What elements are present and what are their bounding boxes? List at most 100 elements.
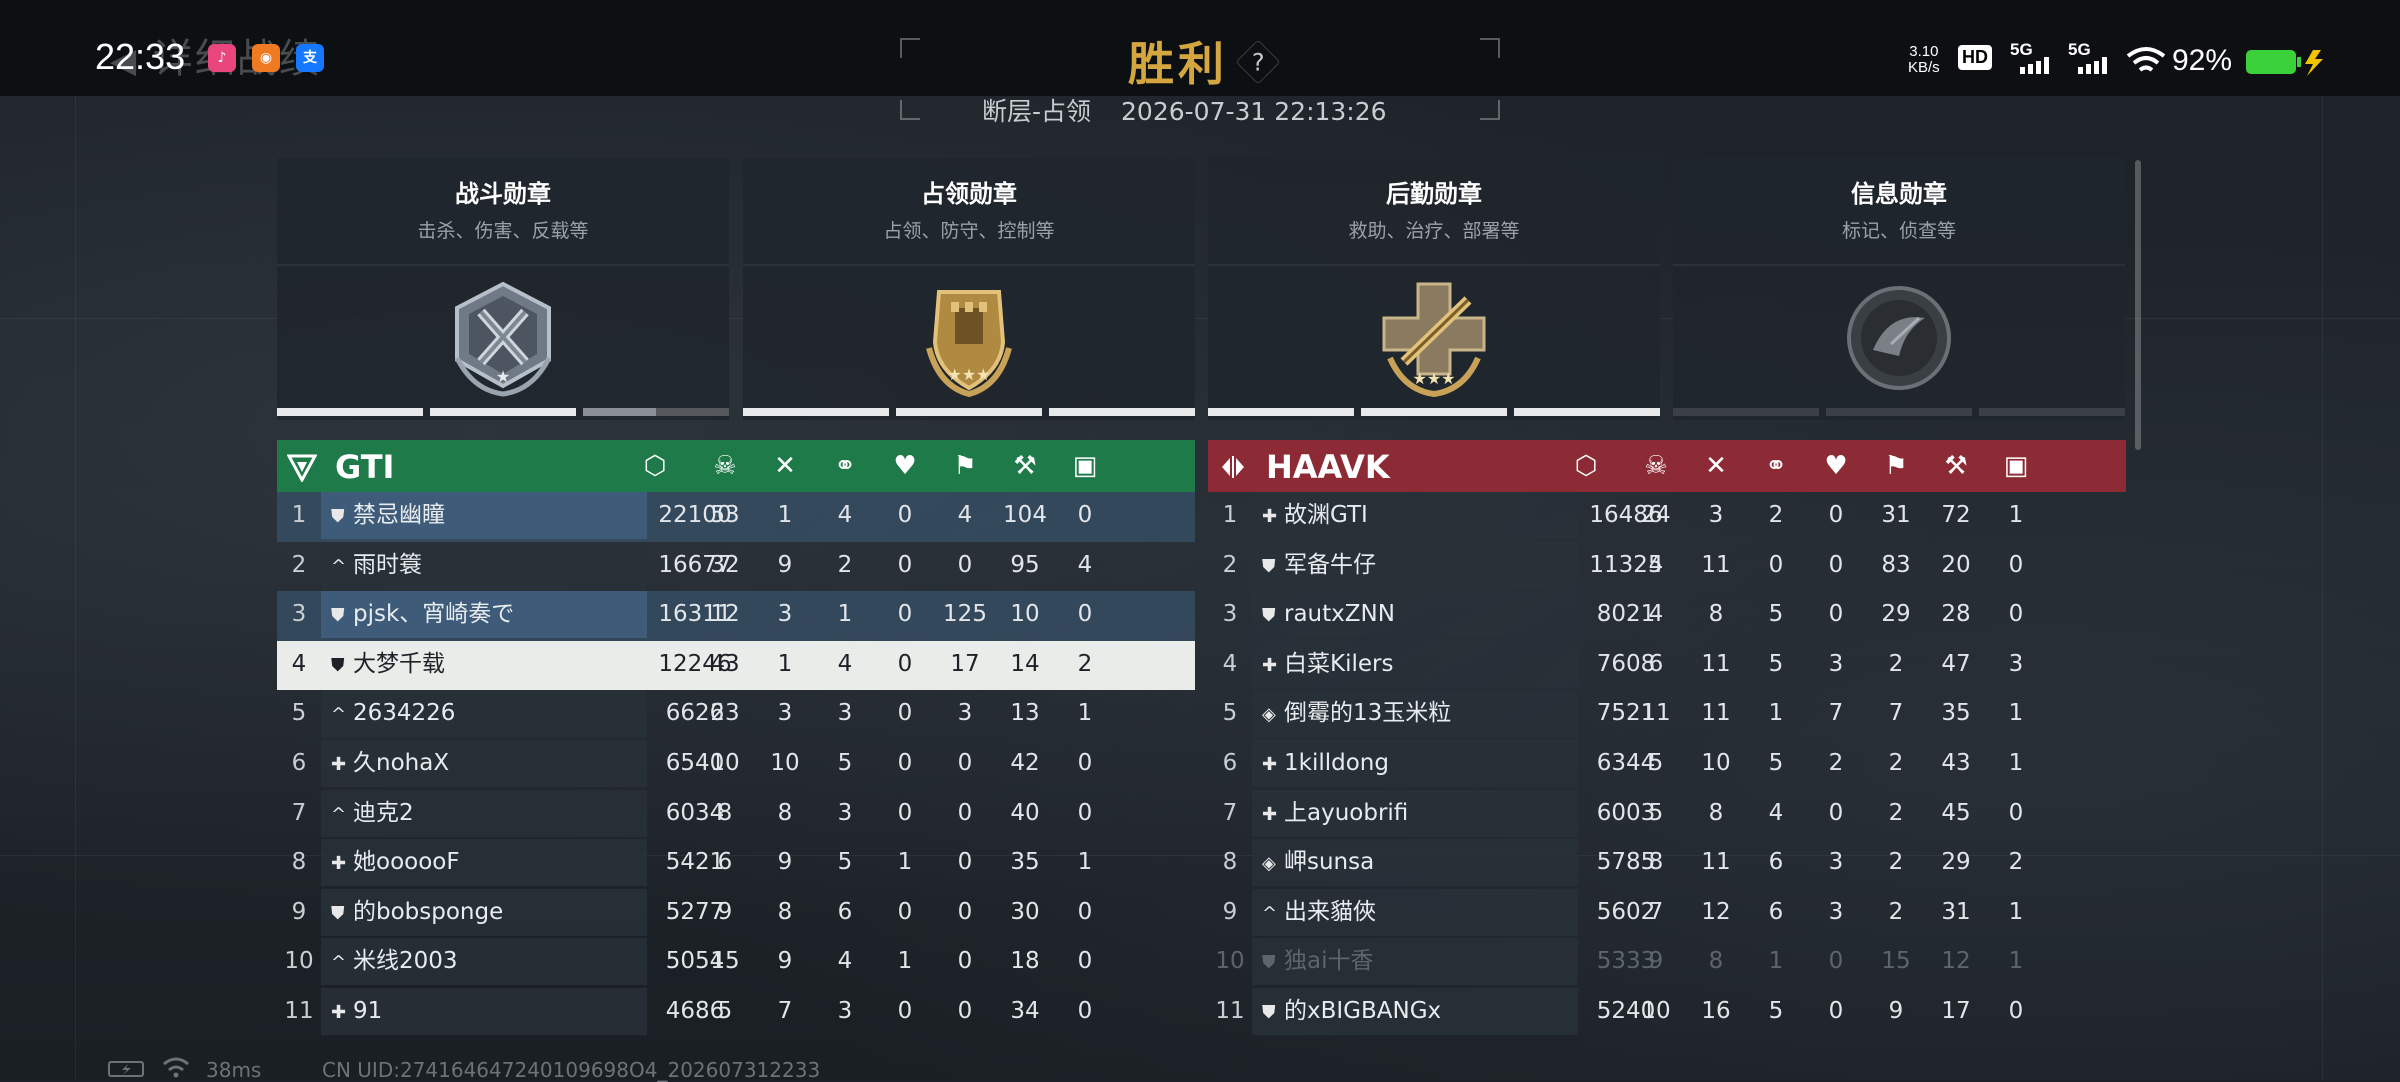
- player-row[interactable]: 11 ⛊ 的xBIGBANGx 5240 10 16 5 0 9 17 0: [1208, 987, 2126, 1038]
- player-name-cell[interactable]: ⛊ pjsk、宵崎奏で: [321, 591, 647, 639]
- stat-assists: 4: [837, 650, 853, 677]
- stat-revives: 7: [1828, 700, 1844, 727]
- stat-assists: 6: [1768, 849, 1784, 876]
- player-name-cell[interactable]: ✚ 白菜Kilers: [1252, 640, 1578, 688]
- player-name: 出来貓俠: [1284, 898, 1376, 925]
- stat-objective: 42: [1010, 749, 1040, 776]
- player-name-cell[interactable]: ⛊ 大梦千载: [321, 640, 647, 688]
- player-name: 倒霉的13玉米粒: [1284, 700, 1452, 727]
- stat-objective: 14: [1010, 650, 1040, 677]
- player-name-cell[interactable]: ✚ 她oooooF: [321, 839, 647, 887]
- player-row[interactable]: 8 ✚ 她oooooF 5421 6 9 5 1 0 35 1: [277, 839, 1195, 889]
- player-rank: 3: [1222, 601, 1238, 628]
- player-row[interactable]: 9 ⛊ 的bobsponge 5277 9 8 6 0 0 30 0: [277, 888, 1195, 939]
- medal-progress-bar: [896, 408, 1042, 416]
- player-row[interactable]: 11 ✚ 91 4686 5 7 3 0 0 34 0: [277, 987, 1195, 1038]
- stat-kills: 4: [1648, 551, 1664, 578]
- player-name-cell[interactable]: ⛊ 禁忌幽瞳: [321, 492, 647, 539]
- player-name-cell[interactable]: ⛊ 独ai十香: [1252, 938, 1578, 986]
- player-name-cell[interactable]: ⛊ 军备牛仔: [1252, 541, 1578, 589]
- stat-objective: 13: [1010, 700, 1040, 727]
- stat-kills: 10: [710, 749, 740, 776]
- player-name-cell[interactable]: ^ 迪克2: [321, 789, 647, 837]
- player-rank: 9: [1222, 898, 1238, 925]
- player-row[interactable]: 10 ^ 米线2003 5054 15 9 4 1 0 18 0: [277, 938, 1195, 988]
- player-row[interactable]: 7 ^ 迪克2 6034 8 8 3 0 0 40 0: [277, 789, 1195, 840]
- medal-desc: 救助、治疗、部署等: [1348, 220, 1520, 242]
- player-row[interactable]: 2 ⛊ 军备牛仔 11325 4 11 0 0 83 20 0: [1208, 541, 2126, 592]
- player-row[interactable]: 4 ⛊ 大梦千载 12246 43 1 4 0 17 14 2: [277, 640, 1195, 691]
- deaths-icon: ✕: [774, 451, 796, 481]
- caret-class-icon: ^: [331, 704, 347, 726]
- player-row[interactable]: 4 ✚ 白菜Kilers 7608 6 11 5 3 2 47 3: [1208, 640, 2126, 691]
- app-notification-icon: ♪: [208, 44, 236, 72]
- plus-class-icon: ✚: [331, 1001, 347, 1023]
- player-row[interactable]: 3 ⛊ pjsk、宵崎奏で 16311 12 3 1 0 125 10 0: [277, 591, 1195, 641]
- stat-kills: 10: [1641, 997, 1671, 1024]
- player-name-cell[interactable]: ✚ 91: [321, 987, 647, 1035]
- player-row[interactable]: 1 ⛊ 禁忌幽瞳 22100 53 1 4 0 4 104 0: [277, 492, 1195, 542]
- player-row[interactable]: 7 ✚ 上ayuobrifi 6003 5 8 4 0 2 45 0: [1208, 789, 2126, 840]
- scrollbar[interactable]: [2135, 160, 2141, 450]
- player-name-cell[interactable]: ⛊ 的xBIGBANGx: [1252, 987, 1578, 1035]
- player-name-cell[interactable]: ✚ 久nohaX: [321, 739, 647, 787]
- player-rank: 2: [291, 551, 307, 578]
- stat-deaths: 8: [777, 898, 793, 925]
- medal-card-intel[interactable]: 信息勋章 标记、侦查等: [1673, 158, 2125, 420]
- player-name-cell[interactable]: ⛊ rautxZNN: [1252, 591, 1578, 639]
- stat-revives: 3: [1828, 650, 1844, 677]
- medal-card-combat[interactable]: 战斗勋章 击杀、伤害、反载等 ★: [277, 158, 729, 420]
- match-info: 断层-占领 2026-07-31 22:13:26: [982, 92, 1387, 128]
- result-title: 胜利: [1128, 37, 1228, 91]
- player-name-cell[interactable]: ✚ 上ayuobrifi: [1252, 789, 1578, 837]
- player-name: 91: [353, 997, 383, 1024]
- stat-kills: 23: [710, 700, 740, 727]
- player-row[interactable]: 5 ◈ 倒霉的13玉米粒 7521 11 11 1 7 7 35 1: [1208, 690, 2126, 740]
- player-row[interactable]: 5 ^ 2634226 6626 23 3 3 0 3 13 1: [277, 690, 1195, 740]
- player-row[interactable]: 10 ⛊ 独ai十香 5333 9 8 1 0 15 12 1: [1208, 938, 2126, 988]
- player-row[interactable]: 6 ✚ 久nohaX 6540 10 10 5 0 0 42 0: [277, 739, 1195, 790]
- stat-capture: 0: [957, 849, 973, 876]
- kills-icon: ☠: [1644, 451, 1668, 481]
- plus-class-icon: ✚: [331, 853, 347, 875]
- player-name-cell[interactable]: ^ 2634226: [321, 690, 647, 738]
- stat-intel: 0: [1077, 948, 1093, 975]
- stat-intel: 0: [1077, 997, 1093, 1024]
- stat-intel: 0: [2008, 799, 2024, 826]
- player-row[interactable]: 6 ✚ 1killdong 6344 5 10 5 2 2 43 1: [1208, 739, 2126, 790]
- player-row[interactable]: 1 ✚ 故渊GTI 16486 24 3 2 0 31 72 1: [1208, 492, 2126, 542]
- medal-progress-bar: [430, 408, 576, 416]
- stat-assists: 3: [837, 799, 853, 826]
- player-row[interactable]: 9 ^ 出来貓俠 5602 7 12 6 3 2 31 1: [1208, 888, 2126, 939]
- stat-revives: 0: [1828, 502, 1844, 528]
- player-name-cell[interactable]: ^ 米线2003: [321, 938, 647, 986]
- medal-name: 信息勋章: [1851, 180, 1947, 208]
- player-row[interactable]: 3 ⛊ rautxZNN 8021 4 8 5 0 29 28 0: [1208, 591, 2126, 641]
- team-right-emblem-icon: [1222, 456, 1244, 478]
- shield-class-icon: ⛊: [331, 654, 345, 676]
- player-name-cell[interactable]: ✚ 故渊GTI: [1252, 492, 1578, 539]
- intel-icon: ▣: [1072, 451, 1098, 481]
- medal-progress-bar: [277, 408, 423, 416]
- stat-capture: 31: [1881, 502, 1911, 528]
- stat-intel: 0: [1077, 898, 1093, 925]
- player-name-cell[interactable]: ◈ 岬sunsa: [1252, 839, 1578, 887]
- medal-card-capture[interactable]: 占领勋章 占领、防守、控制等 ★★★: [743, 158, 1195, 420]
- stat-intel: 2: [2008, 849, 2024, 876]
- player-row[interactable]: 8 ◈ 岬sunsa 5785 8 11 6 3 2 29 2: [1208, 839, 2126, 889]
- player-row[interactable]: 2 ^ 雨时簑 16677 32 9 2 0 0 95 4: [277, 541, 1195, 592]
- stat-objective: 10: [1010, 601, 1040, 628]
- player-name-cell[interactable]: ✚ 1killdong: [1252, 739, 1578, 787]
- player-name-cell[interactable]: ^ 出来貓俠: [1252, 888, 1578, 936]
- player-name-cell[interactable]: ◈ 倒霉的13玉米粒: [1252, 690, 1578, 738]
- stat-deaths: 3: [777, 700, 793, 727]
- battery-small-icon: [108, 1061, 144, 1077]
- player-rank: 8: [291, 849, 307, 876]
- team-right-scoreboard: HAAVK ⬡ ☠ ✕ ⚭ ♥ ⚑ ⚒ ▣ 1 ✚ 故渊GTI 16486 24 3 2 0 31 72 1 2 ⛊ 军…: [1208, 440, 2126, 1038]
- player-name: 军备牛仔: [1284, 551, 1376, 578]
- medal-card-logistics[interactable]: 后勤勋章 救助、治疗、部署等 ★★★: [1208, 158, 1660, 420]
- medal-progress-bar: [1514, 408, 1660, 416]
- medal-name: 占领勋章: [921, 180, 1017, 208]
- player-name-cell[interactable]: ^ 雨时簑: [321, 541, 647, 589]
- player-name-cell[interactable]: ⛊ 的bobsponge: [321, 888, 647, 936]
